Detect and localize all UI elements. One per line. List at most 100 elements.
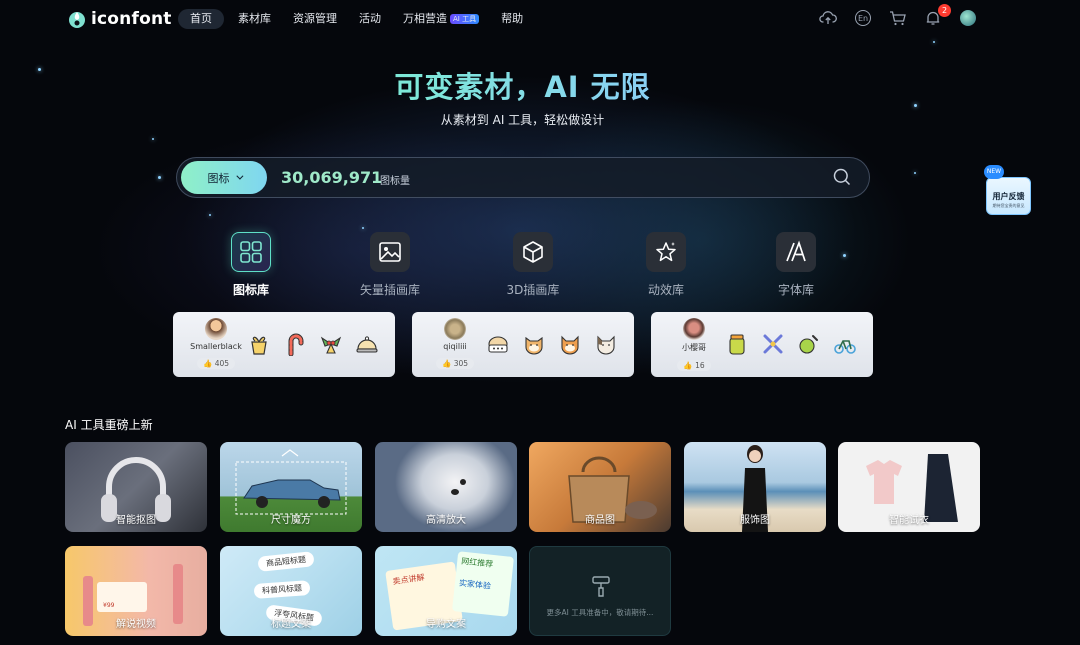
category-icon-box: [231, 232, 271, 272]
nav-item-ai-builder[interactable]: 万相营造 AI 工具: [403, 9, 480, 29]
creator-name: qiqiliii: [443, 342, 467, 351]
notification-count: 2: [938, 4, 951, 17]
search-type-dropdown[interactable]: 图标: [181, 161, 267, 194]
nav-item-library[interactable]: 素材库: [238, 9, 271, 29]
feedback-widget[interactable]: 用户反馈 期待您宝贵的意见 NEW: [984, 165, 1032, 217]
category-label: 矢量插画库: [359, 283, 420, 297]
tag-chip: 科普风标题: [253, 580, 311, 599]
creator-info: 小樱哥 👍 16: [659, 318, 729, 372]
ai-tool-smart-cutout[interactable]: 智能抠图: [65, 442, 207, 532]
star-dot: [843, 254, 846, 257]
feedback-subtitle: 期待您宝贵的意见: [992, 203, 1025, 208]
category-icons[interactable]: 图标库: [225, 232, 277, 298]
cloche-icon[interactable]: [355, 332, 379, 356]
note-text: 实家体验: [458, 578, 492, 591]
nav-menu: 首页 素材库 资源管理 活动 万相营造 AI 工具 帮助: [178, 9, 545, 29]
search-icon[interactable]: [833, 168, 851, 186]
ai-section-heading: AI 工具重磅上新: [65, 418, 153, 432]
category-fonts[interactable]: 字体库: [769, 232, 823, 298]
shiba-icon-2[interactable]: [558, 332, 582, 356]
category-icon-box: [513, 232, 553, 272]
hero-title: 可变素材，AI 无限: [0, 64, 1045, 106]
crossed-tools-icon[interactable]: [761, 332, 785, 356]
category-label: 图标库: [232, 283, 269, 297]
ai-tool-product-image[interactable]: 商品图: [529, 442, 671, 532]
nav-item-label: 素材库: [238, 12, 271, 25]
nav-item-label: 活动: [359, 12, 381, 25]
note-text: 卖点讲解: [392, 572, 426, 587]
gift-icon[interactable]: [247, 332, 271, 356]
creator-icon-previews: [247, 332, 391, 356]
ai-tool-label: 服饰图: [740, 515, 770, 526]
nav-actions: En 2: [803, 4, 978, 28]
candy-cane-icon[interactable]: [283, 332, 307, 356]
ai-tool-hd-upscale[interactable]: 高清放大: [375, 442, 517, 532]
cube-icon: [523, 241, 543, 263]
ai-tool-shopping-copy[interactable]: 卖点讲解 网红推荐 实家体验 导购文案: [375, 546, 517, 636]
creator-card[interactable]: 小樱哥 👍 16: [651, 312, 873, 377]
cart-button[interactable]: [888, 8, 908, 28]
ai-tool-size-cube[interactable]: 尺寸魔方: [220, 442, 362, 532]
like-count-value: 16: [695, 361, 705, 370]
creator-card[interactable]: qiqiliii 👍 305: [412, 312, 634, 377]
category-3d-illustration[interactable]: 3D插画库: [502, 232, 564, 298]
note-card: 网红推荐 实家体验: [452, 551, 514, 617]
creator-card[interactable]: Smallerblack 👍 405: [173, 312, 395, 377]
star-dot: [362, 227, 364, 229]
like-count: 👍 16: [677, 360, 711, 371]
top-navbar: iconfont 首页 素材库 资源管理 活动 万相营造 AI 工具 帮助 En: [0, 0, 1080, 38]
ai-tool-explainer-video[interactable]: ¥99 解说视频: [65, 546, 207, 636]
nav-item-home[interactable]: 首页: [178, 9, 224, 29]
upload-button[interactable]: [818, 8, 838, 28]
feedback-card: 用户反馈 期待您宝贵的意见: [986, 177, 1031, 215]
language-label: En: [855, 10, 871, 26]
category-label: 动效库: [647, 283, 684, 297]
shiba-icon[interactable]: [522, 332, 546, 356]
category-motion[interactable]: 动效库: [639, 232, 693, 298]
ai-tool-label: 智能试衣: [889, 515, 929, 526]
feedback-title: 用户反馈: [992, 192, 1025, 201]
bike-icon[interactable]: [833, 332, 857, 356]
ball-icon[interactable]: [797, 332, 821, 356]
like-count-value: 405: [214, 359, 230, 368]
nav-item-label: 资源管理: [293, 12, 337, 25]
logo[interactable]: iconfont: [66, 8, 172, 30]
like-count: 👍 405: [196, 358, 236, 369]
notification-button[interactable]: 2: [923, 4, 951, 28]
creator-name: Smallerblack: [190, 342, 242, 351]
language-switch[interactable]: En: [853, 8, 873, 28]
category-vector-illustration[interactable]: 矢量插画库: [354, 232, 426, 298]
avatar: [205, 318, 227, 340]
jar-icon[interactable]: [725, 332, 749, 356]
category-icon-box: [370, 232, 410, 272]
tag-chip: 商品短标题: [257, 551, 315, 572]
holly-icon[interactable]: [319, 332, 343, 356]
logo-icon: [69, 12, 85, 28]
ai-tool-apparel-image[interactable]: 服饰图: [684, 442, 826, 532]
font-a-icon: [786, 240, 806, 262]
creator-name: 小樱哥: [682, 343, 706, 352]
chevron-down-icon: [235, 172, 243, 180]
ai-tool-coming-soon: 更多AI 工具准备中，敬请期待...: [529, 546, 671, 636]
ai-tool-label: 高清放大: [426, 515, 466, 526]
nav-item-activity[interactable]: 活动: [359, 9, 381, 29]
creator-info: qiqiliii 👍 305: [420, 318, 490, 370]
nav-item-help[interactable]: 帮助: [501, 9, 523, 29]
search-bar[interactable]: 图标 30,069,971 图标量: [176, 157, 870, 198]
hamster-icon[interactable]: [486, 332, 510, 356]
cat-icon[interactable]: [594, 332, 618, 356]
ai-tool-virtual-tryon[interactable]: 智能试衣: [838, 442, 980, 532]
star-dot: [209, 214, 211, 216]
price-text: ¥99: [103, 602, 115, 609]
user-avatar-button[interactable]: [958, 8, 978, 28]
creator-icon-previews: [725, 332, 869, 356]
paint-roller-icon: [592, 576, 610, 597]
star-dot: [152, 138, 154, 140]
nav-item-label: 万相营造: [403, 12, 447, 25]
nav-item-resources[interactable]: 资源管理: [293, 9, 337, 29]
sparkle-star-icon: [656, 242, 676, 262]
logo-text: iconfont: [91, 9, 172, 29]
ai-tool-title-copy[interactable]: 商品短标题 科普风标题 浮夸风标题 标题文案: [220, 546, 362, 636]
search-type-label: 图标: [207, 171, 230, 185]
hero-subtitle: 从素材到 AI 工具，轻松做设计: [440, 113, 605, 127]
